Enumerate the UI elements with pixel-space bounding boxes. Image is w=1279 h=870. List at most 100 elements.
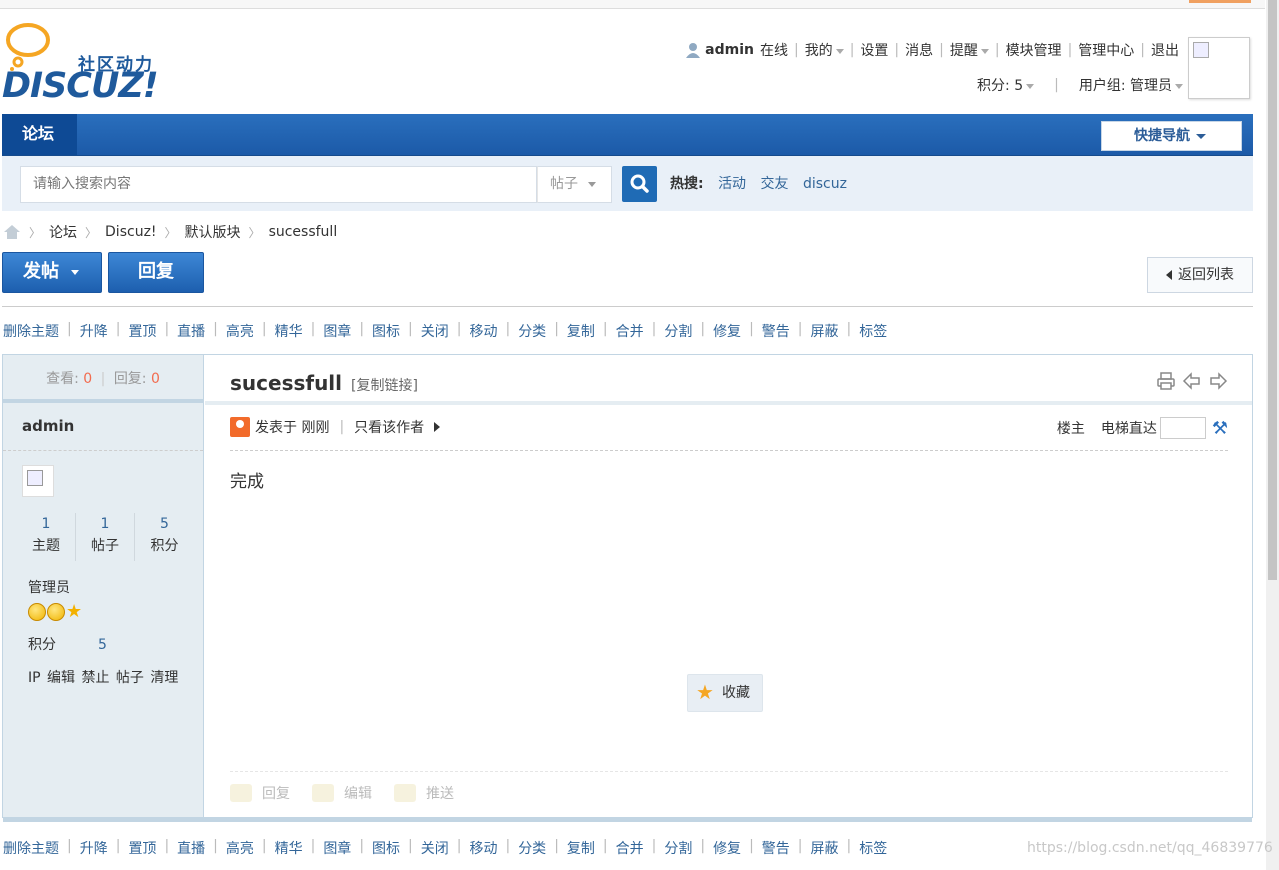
username-link[interactable]: admin (705, 42, 754, 58)
author-name[interactable]: admin (3, 403, 203, 451)
search-bar: 请输入搜索内容 帖子 热搜: 活动 交友 discuz (2, 156, 1253, 211)
mod-action[interactable]: 图章 (323, 321, 351, 341)
new-post-button[interactable]: 发帖 (2, 252, 102, 293)
triangle-right-icon[interactable] (434, 422, 441, 432)
mod-action[interactable]: 删除主题 (3, 321, 59, 341)
mod-action[interactable]: 图标 (372, 838, 400, 858)
search-type-select[interactable]: 帖子 (537, 166, 612, 203)
mod-action[interactable]: 修复 (713, 838, 741, 858)
points-dropdown[interactable]: 积分: 5 (977, 75, 1035, 95)
separator: | (749, 838, 754, 854)
mod-action[interactable]: 分类 (518, 321, 546, 341)
menu-notices[interactable]: 提醒 (950, 40, 989, 60)
mod-action[interactable]: 复制 (567, 321, 595, 341)
breadcrumb-item[interactable]: 默认版块 (185, 222, 241, 242)
chevron-down-icon (71, 269, 79, 275)
print-icon[interactable] (1156, 371, 1176, 391)
site-logo[interactable]: 社区动力 DISCUZ! (2, 22, 172, 108)
elevator-input[interactable] (1159, 417, 1206, 439)
author-count-posts[interactable]: 1 帖子 (76, 513, 135, 561)
mod-action[interactable]: 分类 (518, 838, 546, 858)
mod-action[interactable]: 警告 (762, 838, 790, 858)
mod-action[interactable]: 图标 (372, 321, 400, 341)
favorite-button[interactable]: ★ 收藏 (687, 674, 763, 712)
mod-action[interactable]: 移动 (469, 838, 497, 858)
menu-settings[interactable]: 设置 (860, 40, 888, 60)
mod-action[interactable]: 升降 (80, 321, 108, 341)
hot-term[interactable]: 交友 (761, 176, 789, 192)
user-avatar[interactable] (1188, 37, 1250, 99)
mod-action[interactable]: 精华 (275, 321, 303, 341)
mod-action[interactable]: 置顶 (128, 321, 156, 341)
nav-forum-tab[interactable]: 论坛 (2, 114, 77, 155)
mod-action[interactable]: 移动 (469, 321, 497, 341)
reply-button[interactable]: 回复 (108, 252, 204, 293)
usergroup-dropdown[interactable]: 用户组: 管理员 (1079, 75, 1183, 95)
menu-logout[interactable]: 退出 (1151, 40, 1179, 60)
reply-action[interactable]: 回复 (230, 783, 290, 803)
back-to-list-button[interactable]: 返回列表 (1147, 257, 1253, 293)
mod-action[interactable]: 警告 (762, 321, 790, 341)
mod-action[interactable]: 高亮 (226, 321, 254, 341)
separator: | (408, 321, 413, 337)
hot-term[interactable]: discuz (803, 176, 847, 192)
push-action[interactable]: 推送 (394, 783, 454, 803)
post-meta-right: 楼主 电梯直达 ⚒ (1057, 417, 1228, 439)
scrollbar-thumb[interactable] (1268, 0, 1277, 580)
separator: | (359, 838, 365, 854)
mod-action[interactable]: 修复 (713, 321, 741, 341)
breadcrumb-item[interactable]: 论坛 (49, 222, 77, 242)
mod-action[interactable]: 直播 (177, 321, 205, 341)
search-button[interactable] (622, 166, 657, 202)
menu-module-admin[interactable]: 模块管理 (1006, 40, 1062, 60)
mod-action[interactable]: 屏蔽 (811, 838, 839, 858)
mod-action[interactable]: 屏蔽 (811, 321, 839, 341)
only-author-link[interactable]: 只看该作者 (354, 417, 424, 437)
mod-action[interactable]: 合并 (616, 838, 644, 858)
mod-action[interactable]: 分割 (664, 838, 692, 858)
page-scrollbar[interactable] (1266, 0, 1279, 870)
broken-image-icon (1193, 42, 1209, 58)
author-group[interactable]: 管理员 (28, 577, 70, 597)
quick-nav-button[interactable]: 快捷导航 (1101, 121, 1242, 151)
logo-bubble-icon (6, 23, 50, 71)
breadcrumb-item[interactable]: Discuz! (105, 224, 157, 240)
prev-thread-icon[interactable] (1182, 371, 1202, 391)
menu-mine[interactable]: 我的 (805, 40, 844, 60)
breadcrumb-item[interactable]: sucessfull (269, 224, 338, 240)
edit-action[interactable]: 编辑 (312, 783, 372, 803)
mod-action[interactable]: 标签 (859, 321, 887, 341)
mod-action[interactable]: 图章 (323, 838, 351, 858)
search-input[interactable]: 请输入搜索内容 (20, 166, 537, 203)
mod-action[interactable]: 高亮 (226, 838, 254, 858)
mod-action[interactable]: 直播 (177, 838, 205, 858)
menu-admin-center[interactable]: 管理中心 (1078, 40, 1134, 60)
mod-action[interactable]: 复制 (567, 838, 595, 858)
separator: | (602, 321, 608, 337)
author-admin-ops[interactable]: IP 编辑 禁止 帖子 清理 (28, 667, 178, 687)
wrench-icon[interactable]: ⚒ (1212, 418, 1228, 439)
mod-action[interactable]: 精华 (275, 838, 303, 858)
separator: | (505, 838, 511, 854)
hot-term[interactable]: 活动 (718, 176, 746, 192)
separator: | (408, 838, 413, 854)
mod-action[interactable]: 标签 (859, 838, 887, 858)
mod-action[interactable]: 分割 (664, 321, 692, 341)
author-count-topics[interactable]: 1 主题 (17, 513, 76, 561)
author-avatar[interactable] (22, 465, 54, 497)
separator: | (310, 321, 316, 337)
mod-action[interactable]: 关闭 (421, 321, 449, 341)
mod-action[interactable]: 删除主题 (3, 838, 59, 858)
author-count-points[interactable]: 5 积分 (135, 513, 194, 561)
mod-action[interactable]: 关闭 (421, 838, 449, 858)
menu-messages[interactable]: 消息 (905, 40, 933, 60)
separator: | (700, 321, 706, 337)
mod-action[interactable]: 升降 (80, 838, 108, 858)
home-icon[interactable] (3, 224, 21, 240)
next-thread-icon[interactable] (1208, 371, 1228, 391)
copy-link[interactable]: [复制链接] (351, 378, 418, 394)
mod-action[interactable]: 合并 (616, 321, 644, 341)
separator: | (456, 321, 462, 337)
mod-action[interactable]: 置顶 (128, 838, 156, 858)
breadcrumb: 〉 论坛 〉 Discuz! 〉 默认版块 〉 sucessfull (3, 222, 337, 242)
